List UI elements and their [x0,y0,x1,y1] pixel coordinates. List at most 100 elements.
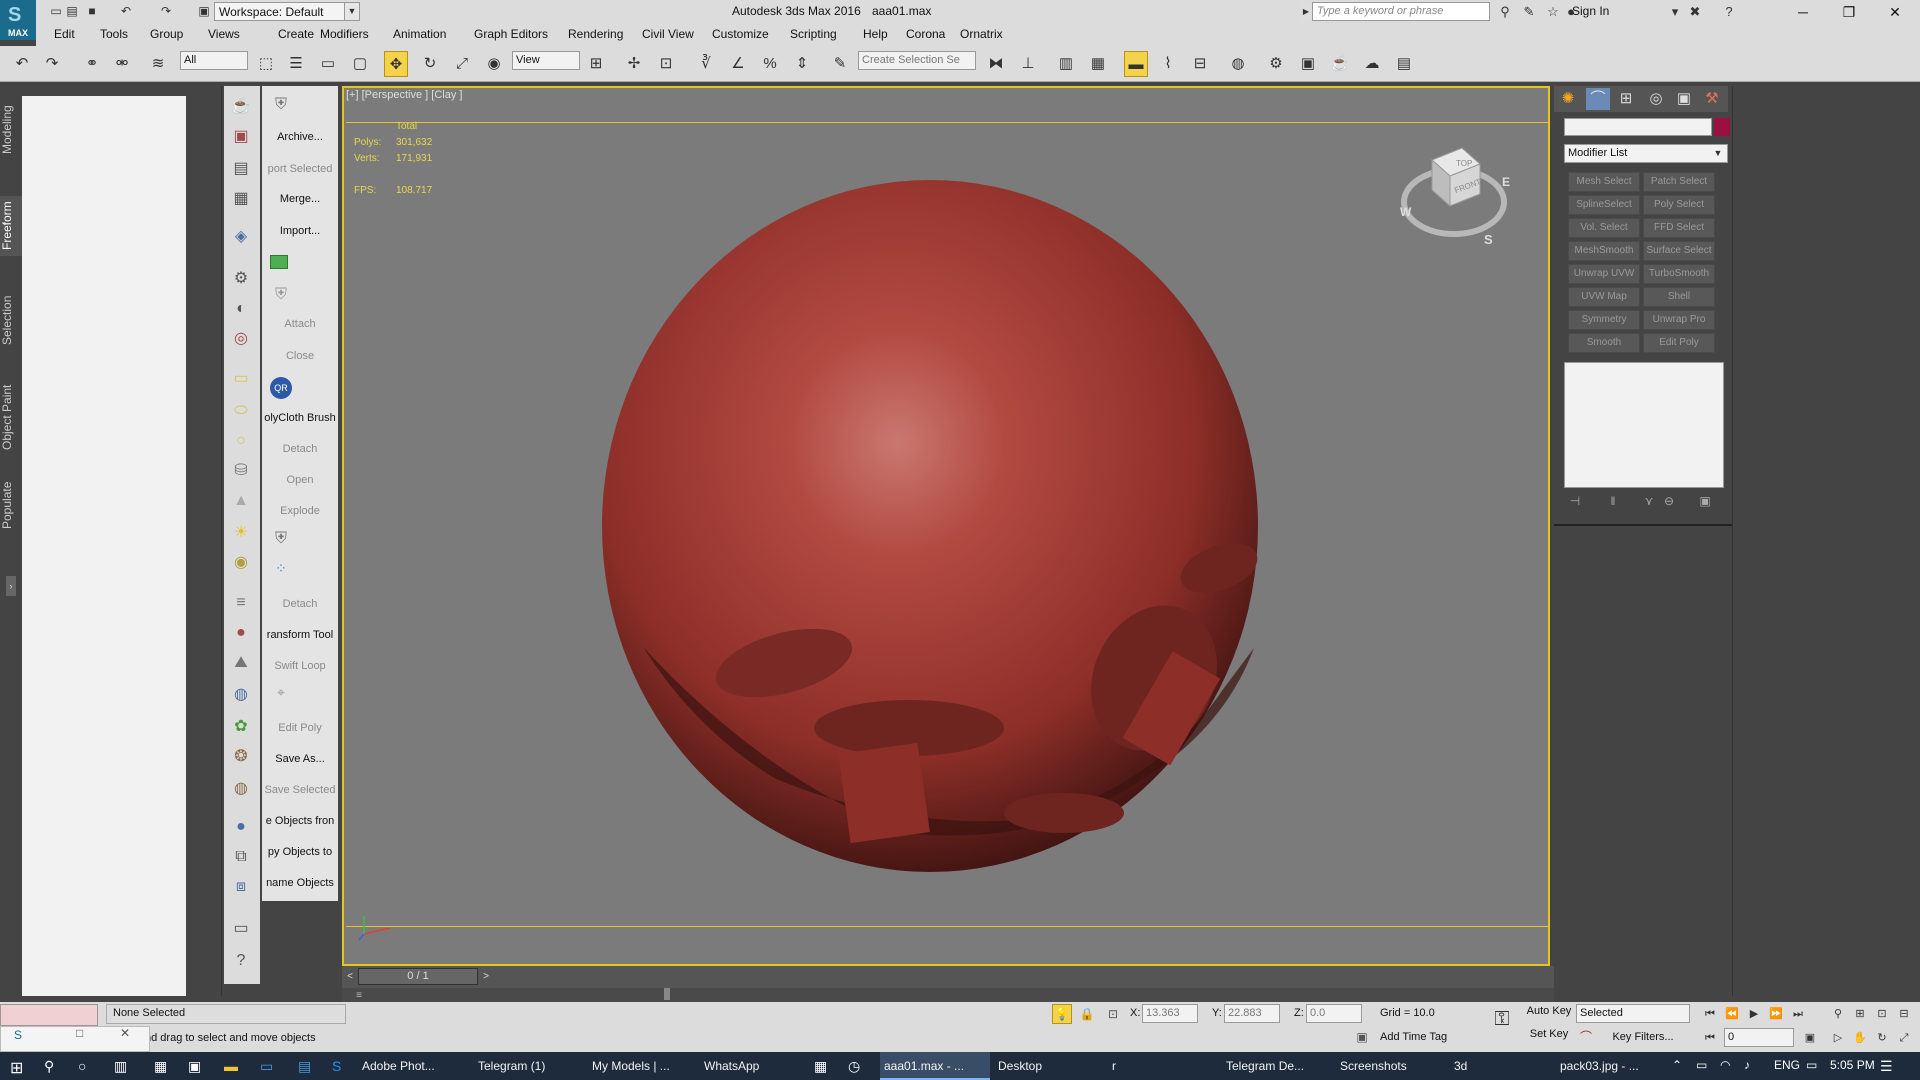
time-slider[interactable] [342,966,1554,988]
explode-button[interactable]: Explode [262,505,338,517]
x-coordinate-input[interactable]: 13.363 [1142,1004,1198,1023]
object-name-input[interactable] [1564,118,1712,136]
play-icon[interactable]: ▶ [1744,1004,1764,1024]
modify-tab-icon[interactable]: ⌒ [1586,88,1610,110]
grid-icon[interactable]: ▦ [228,186,254,212]
chevron-down-icon[interactable]: ▼ [344,2,360,21]
network-icon[interactable]: ▭ [1696,1058,1707,1072]
go-to-start-icon[interactable]: ⏮ [1700,1004,1720,1024]
close-button[interactable]: ✕ [1872,0,1918,24]
go-to-end-icon[interactable]: ⏭ [1788,1004,1808,1024]
attach-button[interactable]: Attach [262,318,338,330]
move-objects-from-button[interactable]: e Objects fron [262,815,338,827]
track-bar-marker[interactable] [664,988,670,1000]
sign-in-link[interactable]: Sign In [1572,4,1609,18]
meshsmooth-button[interactable]: MeshSmooth [1568,241,1640,261]
wifi-icon[interactable]: ◠ [1720,1058,1730,1072]
ffd-select-button[interactable]: FFD Select [1643,218,1715,238]
next-frame-icon[interactable]: ⏩ [1766,1004,1786,1024]
select-by-name-icon[interactable]: ☰ [284,51,308,77]
move-icon[interactable]: ✥ [384,51,408,77]
help-icon[interactable]: ? [228,948,254,974]
tab-modeling[interactable]: Modeling [0,100,22,160]
create-tab-icon[interactable]: ✺ [1556,88,1580,110]
search-input[interactable]: Type a keyword or phrase [1312,2,1490,21]
redo-icon[interactable]: ↷ [158,3,174,19]
pin-stack-icon[interactable]: ⊣ [1566,494,1584,512]
z-coordinate-input[interactable]: 0.0 [1306,1004,1362,1023]
maxscript-listener[interactable] [0,1004,98,1026]
viewcube-top-label[interactable]: TOP [1456,159,1472,168]
smooth-button[interactable]: Smooth [1568,333,1640,353]
scale-icon[interactable]: ⤢ [450,51,474,77]
rename-icon[interactable]: ▭ [228,916,254,942]
prev-frame-icon[interactable]: < [344,968,356,985]
modifier-stack[interactable] [1564,362,1724,488]
skype-icon[interactable]: S [332,1058,341,1074]
rectangle-shape-icon[interactable]: ▭ [228,366,254,392]
material-editor-icon[interactable]: ◍ [1226,51,1250,77]
tab-object-paint[interactable]: Object Paint [0,380,22,454]
terrain-icon[interactable]: ⛰ [228,650,254,676]
select-object-icon[interactable]: ⬚ [254,51,278,77]
zoom-extents-all-icon[interactable]: ⊟ [1894,1004,1914,1024]
cylinder-icon[interactable]: ⛁ [228,458,254,484]
previous-frame-icon[interactable]: ⏪ [1722,1004,1742,1024]
teapot-icon[interactable]: ☕ [228,94,254,120]
task-view-icon[interactable]: ▥ [114,1058,127,1075]
rectangular-selection-icon[interactable]: ▭ [316,51,340,77]
scene-object[interactable] [344,88,1548,964]
window-crossing-icon[interactable]: ▢ [348,51,372,77]
spline-select-button[interactable]: SplineSelect [1568,195,1640,215]
hierarchy-tab-icon[interactable]: ⊞ [1614,88,1638,110]
ribbon-expand-icon[interactable]: › [6,576,16,596]
maximize-viewport-icon[interactable]: ⤢ [1894,1028,1914,1048]
pivot-center-icon[interactable]: ⊞ [584,51,608,77]
menu-edit[interactable]: Edit [54,27,75,41]
menu-ornatrix[interactable]: Ornatrix [960,27,1003,41]
qr-icon[interactable]: QR [270,377,292,399]
photos-icon[interactable]: ▦ [814,1058,827,1075]
angle-snap-icon[interactable]: ∠ [726,51,750,77]
taskbar-telegram-desktop[interactable]: Telegram De... [1222,1052,1332,1080]
red-sphere[interactable] [602,180,1258,872]
monitor-icon[interactable] [270,255,288,269]
undo-icon[interactable]: ↶ [10,51,34,77]
calculator-icon[interactable]: ▦ [154,1058,167,1075]
file-explorer-icon[interactable]: ▬ [224,1058,238,1074]
menu-views[interactable]: Views [208,27,240,41]
taskbar-desktop[interactable]: Desktop [994,1052,1104,1080]
script-icon[interactable]: ◎ [228,326,254,352]
new-file-icon[interactable]: ▭ [48,3,64,19]
add-time-tag-button[interactable]: Add Time Tag [1380,1031,1447,1043]
mesh-select-button[interactable]: Mesh Select [1568,172,1640,192]
render-cloud-icon[interactable]: ▤ [1392,51,1416,77]
select-manipulate-icon[interactable]: ✢ [622,51,646,77]
grass-icon[interactable]: ✿ [228,714,254,740]
absolute-mode-icon[interactable]: ⊡ [1104,1004,1122,1024]
mirror-icon[interactable]: ⧓ [984,51,1008,77]
reference-coordinate-dropdown[interactable]: View [512,51,580,70]
store-icon[interactable]: ▣ [188,1058,201,1075]
spinner-snap-icon[interactable]: ⇕ [790,51,814,77]
menu-scripting[interactable]: Scripting [790,27,837,41]
zoom-icon[interactable]: ⚲ [1828,1004,1848,1024]
action-center-icon[interactable]: ☰ [1880,1058,1893,1075]
display-tab-icon[interactable]: ▣ [1672,88,1696,110]
rename-objects-button[interactable]: name Objects [262,877,338,889]
viewcube[interactable]: TOP FRONT W E S [1398,140,1516,246]
star-icon[interactable]: ☆ [1544,3,1562,21]
rendered-frame-window-icon[interactable]: ▣ [1296,51,1320,77]
snaps-toggle-icon[interactable]: ∛ [694,51,718,77]
link-icon[interactable]: ⚭ [80,51,104,77]
subscription-icon[interactable]: ✎ [1520,3,1538,21]
undo-icon[interactable]: ↶ [118,3,134,19]
globe-icon[interactable]: ◍ [228,682,254,708]
patch-select-button[interactable]: Patch Select [1643,172,1715,192]
sun-icon[interactable]: ☀ [228,520,254,546]
orbit-icon[interactable]: ↻ [1872,1028,1892,1048]
pan-icon[interactable]: ✋ [1850,1028,1870,1048]
dots-icon[interactable]: ⁘ [268,560,294,580]
tools-icon[interactable]: ⚙ [228,266,254,292]
taskbar-clock[interactable]: 5:05 PM [1830,1058,1875,1072]
